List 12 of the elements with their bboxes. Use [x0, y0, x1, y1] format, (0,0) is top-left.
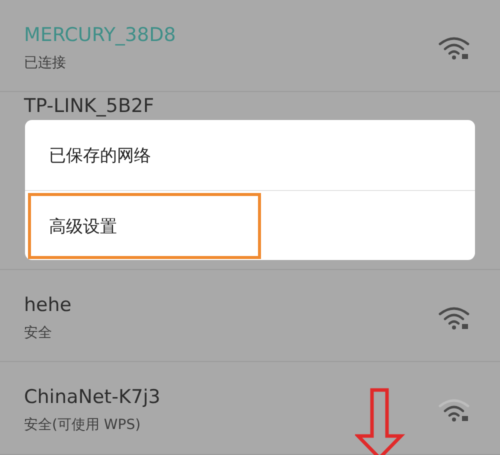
- menu-item[interactable]: 高级设置: [28, 193, 261, 259]
- network-name: hehe: [24, 294, 72, 316]
- wifi-lock-icon: [438, 36, 470, 60]
- network-status: 安全: [24, 324, 53, 342]
- wifi-lock-icon: [438, 306, 470, 330]
- network-status: 已连接: [24, 54, 67, 72]
- network-name: ChinaNet-K7j3: [24, 386, 160, 408]
- network-name: TP-LINK_5B2F: [24, 95, 154, 117]
- network-status: 安全(可使用 WPS): [24, 416, 142, 434]
- network-name: MERCURY_38D8: [24, 24, 176, 46]
- arrow-drawing: [355, 388, 405, 455]
- wifi-lock-icon: [438, 398, 470, 422]
